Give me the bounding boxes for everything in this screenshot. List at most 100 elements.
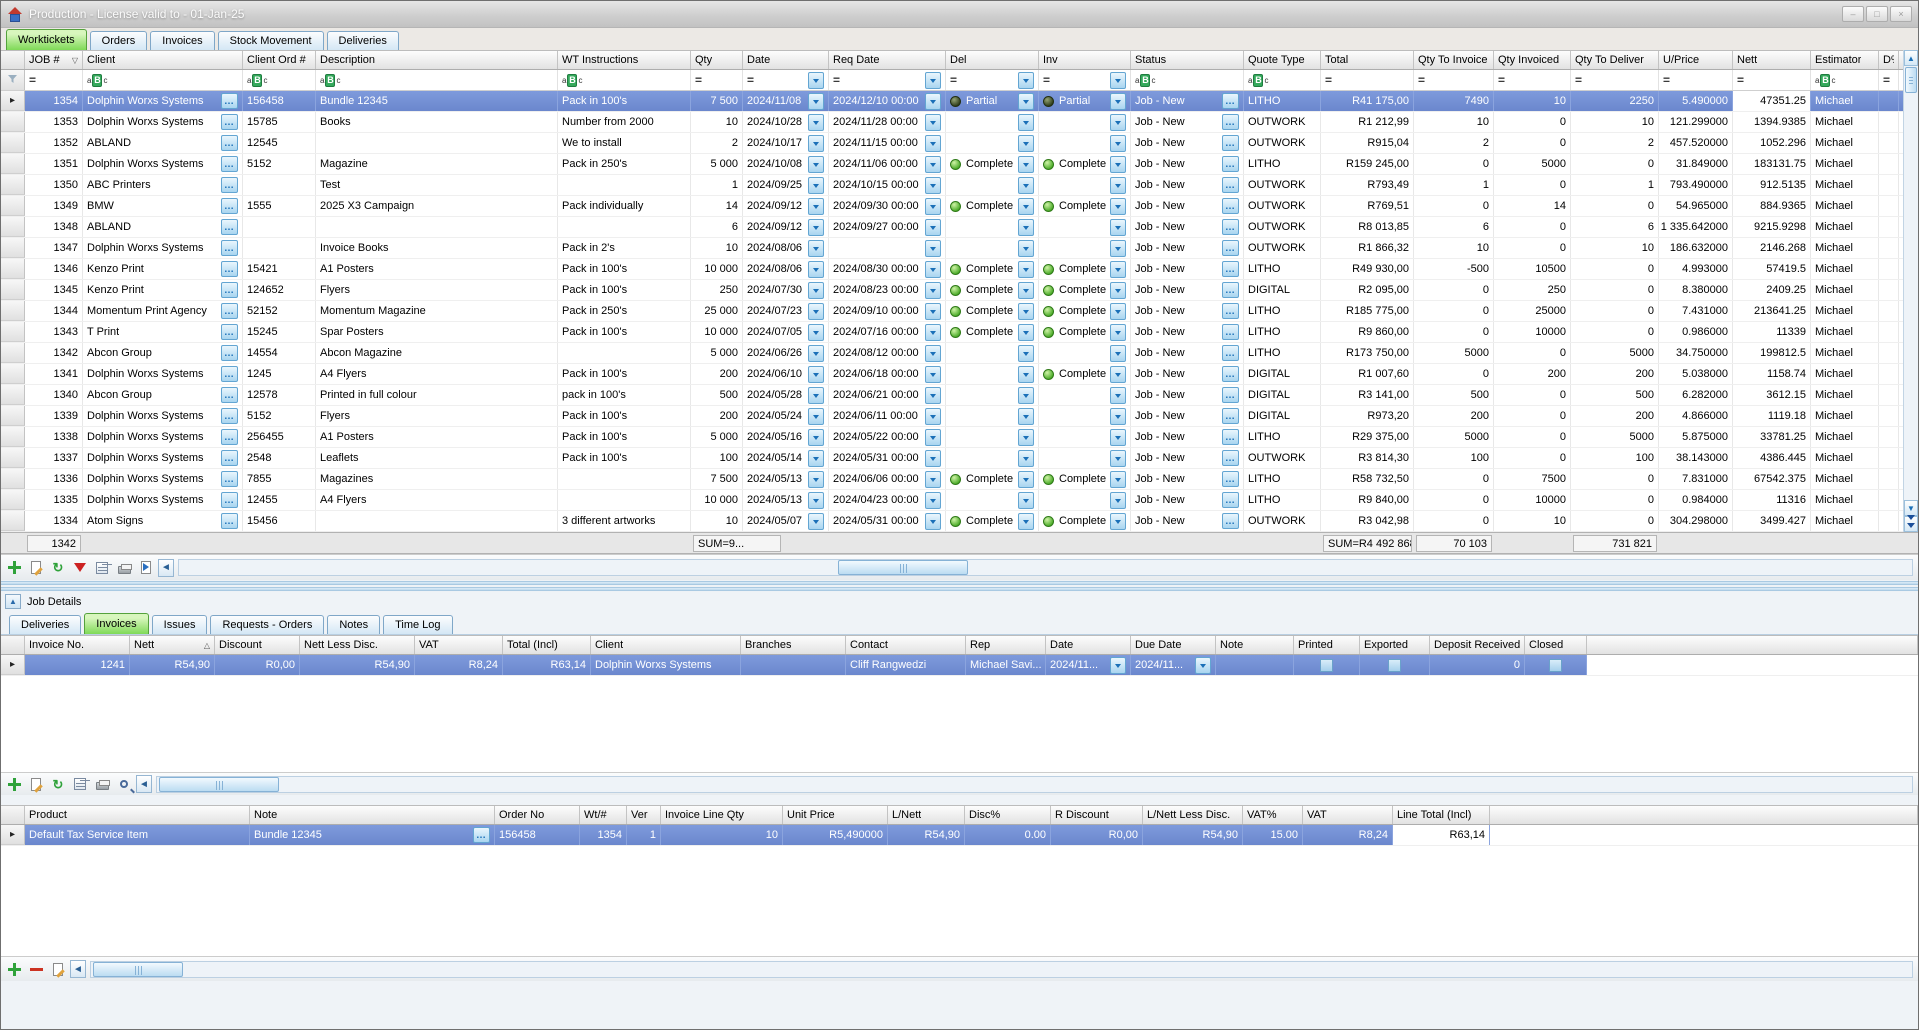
- dropdown-button[interactable]: [1110, 303, 1126, 320]
- filter-cell-client_ord[interactable]: aBc: [243, 70, 316, 90]
- dropdown-button[interactable]: [1110, 261, 1126, 278]
- column-header-total[interactable]: Total: [1321, 51, 1414, 69]
- column-header-qty[interactable]: Qty: [691, 51, 743, 69]
- dropdown-button[interactable]: [1018, 114, 1034, 131]
- maximize-button[interactable]: □: [1866, 6, 1888, 22]
- layout-button[interactable]: [70, 774, 90, 794]
- jobdetails-tab-deliveries[interactable]: Deliveries: [9, 615, 81, 634]
- dropdown-button[interactable]: [1110, 492, 1126, 509]
- dropdown-button[interactable]: [925, 156, 941, 173]
- column-header-closed[interactable]: Closed: [1525, 636, 1587, 654]
- filter-cell-job[interactable]: =: [25, 70, 83, 90]
- dropdown-button[interactable]: [808, 366, 824, 383]
- jobdetails-tab-invoices[interactable]: Invoices: [84, 613, 148, 634]
- table-row[interactable]: 1338Dolphin Worxs Systems…256455A1 Poste…: [1, 427, 1918, 448]
- dropdown-button[interactable]: [925, 93, 941, 110]
- dropdown-button[interactable]: [925, 135, 941, 152]
- jobdetails-tab-issues[interactable]: Issues: [152, 615, 208, 634]
- column-header-d_pct[interactable]: D%: [1879, 51, 1899, 69]
- column-header-nett[interactable]: Nett△: [130, 636, 215, 654]
- dropdown-button[interactable]: [1110, 345, 1126, 362]
- minimize-button[interactable]: –: [1842, 6, 1864, 22]
- column-header-client[interactable]: Client: [83, 51, 243, 69]
- dropdown-button[interactable]: [808, 135, 824, 152]
- column-header-req_date[interactable]: Req Date: [829, 51, 946, 69]
- horizontal-scroll-thumb[interactable]: [159, 777, 279, 792]
- dropdown-button[interactable]: [1110, 114, 1126, 131]
- dropdown-button[interactable]: [925, 219, 941, 236]
- dropdown-button[interactable]: [1110, 72, 1126, 89]
- filter-cell-description[interactable]: aBc: [316, 70, 558, 90]
- column-header-date[interactable]: Date: [743, 51, 829, 69]
- text-filter-icon[interactable]: aBc: [1815, 74, 1835, 87]
- filter-cell-qty[interactable]: =: [691, 70, 743, 90]
- column-header-nett[interactable]: Nett: [1733, 51, 1811, 69]
- tab-orders[interactable]: Orders: [90, 31, 148, 50]
- browse-button[interactable]: …: [221, 282, 238, 298]
- equals-filter-icon[interactable]: =: [1575, 73, 1582, 87]
- dropdown-button[interactable]: [925, 282, 941, 299]
- dropdown-button[interactable]: [1110, 366, 1126, 383]
- filter-cell-nett[interactable]: =: [1733, 70, 1811, 90]
- filter-cell-estimator[interactable]: aBc: [1811, 70, 1879, 90]
- browse-button[interactable]: …: [221, 324, 238, 340]
- browse-button[interactable]: …: [221, 93, 238, 109]
- table-row[interactable]: 1350ABC Printers…Test12024/09/252024/10/…: [1, 175, 1918, 196]
- row-indicator[interactable]: [1, 217, 25, 237]
- dropdown-button[interactable]: [1018, 93, 1034, 110]
- browse-button[interactable]: …: [221, 114, 238, 130]
- column-header-product[interactable]: Product: [25, 806, 250, 824]
- table-row[interactable]: 1334Atom Signs…154563 different artworks…: [1, 511, 1918, 532]
- scroll-to-end-icon[interactable]: [1904, 516, 1918, 532]
- column-header-deposit_received[interactable]: Deposit Received: [1430, 636, 1525, 654]
- dropdown-button[interactable]: [808, 429, 824, 446]
- column-header-l_nett_less_disc[interactable]: L/Nett Less Disc.: [1143, 806, 1243, 824]
- dropdown-button[interactable]: [808, 198, 824, 215]
- dropdown-button[interactable]: [1018, 177, 1034, 194]
- dropdown-button[interactable]: [925, 303, 941, 320]
- table-row[interactable]: 1343T Print…15245Spar PostersPack in 100…: [1, 322, 1918, 343]
- browse-button[interactable]: …: [1222, 114, 1239, 130]
- table-row[interactable]: 1348ABLAND…62024/09/122024/09/27 00:00Jo…: [1, 217, 1918, 238]
- filter-cell-inv[interactable]: =: [1039, 70, 1131, 90]
- browse-button[interactable]: …: [221, 366, 238, 382]
- tab-invoices[interactable]: Invoices: [150, 31, 214, 50]
- scroll-down-icon[interactable]: ▼: [1904, 500, 1918, 516]
- browse-button[interactable]: …: [1222, 303, 1239, 319]
- dropdown-button[interactable]: [1018, 72, 1034, 89]
- filter-indicator-cell[interactable]: [1, 70, 25, 90]
- jobdetails-tab-requests-orders[interactable]: Requests - Orders: [210, 615, 324, 634]
- browse-button[interactable]: …: [221, 177, 238, 193]
- browse-button[interactable]: …: [1222, 492, 1239, 508]
- row-indicator[interactable]: [1, 322, 25, 342]
- column-header-wt[interactable]: Wt/#: [580, 806, 627, 824]
- text-filter-icon[interactable]: aBc: [247, 74, 267, 87]
- dropdown-button[interactable]: [925, 324, 941, 341]
- dropdown-button[interactable]: [1018, 324, 1034, 341]
- browse-button[interactable]: …: [221, 513, 238, 529]
- column-header-date[interactable]: Date: [1046, 636, 1131, 654]
- table-row[interactable]: ▸1241R54,90R0,00R54,90R8,24R63,14Dolphin…: [1, 655, 1918, 676]
- horizontal-scrollbar[interactable]: [156, 776, 1913, 793]
- browse-button[interactable]: …: [221, 471, 238, 487]
- column-header-disc_pct[interactable]: Disc%: [965, 806, 1051, 824]
- column-header-status[interactable]: Status: [1131, 51, 1244, 69]
- add-button[interactable]: [4, 558, 24, 578]
- dropdown-button[interactable]: [925, 198, 941, 215]
- search-button[interactable]: [114, 774, 134, 794]
- browse-button[interactable]: …: [1222, 471, 1239, 487]
- vertical-scrollbar[interactable]: ▲ ▼: [1903, 50, 1918, 532]
- table-row[interactable]: 1340Abcon Group…12578Printed in full col…: [1, 385, 1918, 406]
- text-filter-icon[interactable]: aBc: [1135, 74, 1155, 87]
- edit-button[interactable]: [48, 959, 68, 979]
- panel-splitter[interactable]: [1, 580, 1918, 592]
- row-indicator[interactable]: [1, 469, 25, 489]
- browse-button[interactable]: …: [221, 345, 238, 361]
- filter-cell-qty_invoiced[interactable]: =: [1494, 70, 1571, 90]
- column-header-order_no[interactable]: Order No: [495, 806, 580, 824]
- browse-button[interactable]: …: [1222, 282, 1239, 298]
- dropdown-button[interactable]: [808, 471, 824, 488]
- column-header-client[interactable]: Client: [591, 636, 741, 654]
- column-header-wt[interactable]: WT Instructions: [558, 51, 691, 69]
- dropdown-button[interactable]: [1018, 282, 1034, 299]
